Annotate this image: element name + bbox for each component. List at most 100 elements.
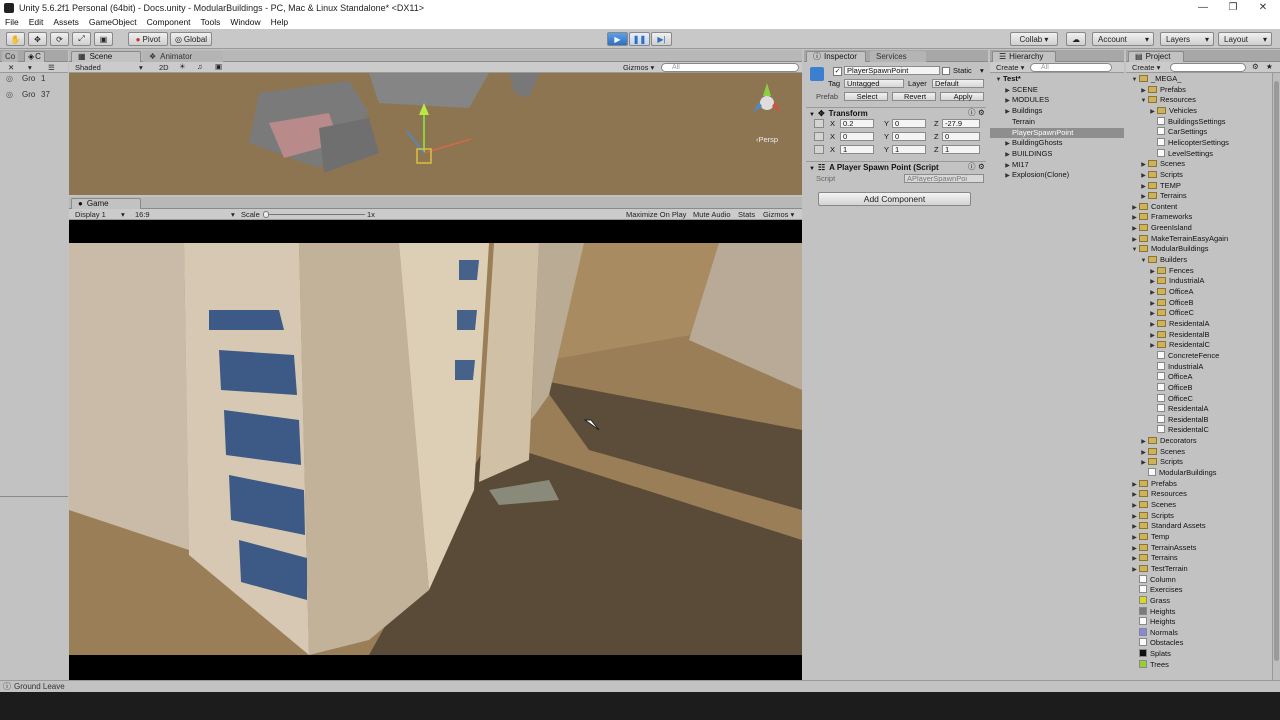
- scene-gizmos-dropdown[interactable]: Gizmos ▾: [623, 63, 654, 72]
- layer-dropdown[interactable]: Default: [932, 79, 984, 88]
- project-item[interactable]: Heights: [1126, 617, 1272, 628]
- project-item[interactable]: Grass: [1126, 595, 1272, 607]
- hierarchy-item[interactable]: Terrain: [990, 117, 1124, 128]
- tag-dropdown[interactable]: Untagged: [844, 79, 904, 88]
- cloud-icon[interactable]: ☁: [1066, 32, 1086, 46]
- log-row-name[interactable]: Gro: [22, 90, 35, 99]
- persp-label[interactable]: ‹Persp: [756, 135, 778, 144]
- project-item[interactable]: ▶ Prefabs: [1126, 479, 1272, 490]
- position-icon[interactable]: [814, 119, 824, 128]
- menu-component[interactable]: Component: [142, 17, 196, 27]
- project-item[interactable]: ▶ Resources: [1126, 489, 1272, 500]
- project-item[interactable]: Splats: [1126, 649, 1272, 660]
- hierarchy-item[interactable]: ▶ BuildingGhosts: [990, 138, 1124, 149]
- tab-component[interactable]: ◈ C: [24, 51, 45, 62]
- project-create-dropdown[interactable]: Create ▾: [1132, 63, 1160, 72]
- project-item[interactable]: Exercises: [1126, 585, 1272, 596]
- star-icon[interactable]: ★: [1266, 62, 1273, 71]
- layers-dropdown[interactable]: Layers ▾: [1160, 32, 1214, 46]
- script-object-field[interactable]: APlayerSpawnPoi: [904, 174, 984, 183]
- static-checkbox[interactable]: [942, 67, 950, 75]
- add-component-button[interactable]: Add Component: [818, 192, 971, 206]
- aspect-dropdown[interactable]: 16:9: [135, 210, 150, 219]
- menu-assets[interactable]: Assets: [48, 17, 84, 27]
- layout-dropdown[interactable]: Layout ▾: [1218, 32, 1272, 46]
- tab-scene[interactable]: ▦ Scene: [71, 51, 141, 62]
- project-item[interactable]: ▶ Terrains: [1126, 191, 1272, 202]
- menu-help[interactable]: Help: [266, 17, 293, 27]
- project-item[interactable]: Column: [1126, 574, 1272, 586]
- scale-slider-track[interactable]: [265, 214, 365, 215]
- rotation-y-field[interactable]: 0: [892, 132, 926, 141]
- gear-icon[interactable]: ⚙: [978, 108, 985, 117]
- hierarchy-search-input[interactable]: All: [1030, 63, 1112, 72]
- hierarchy-item[interactable]: ▶ Explosion(Clone): [990, 170, 1124, 181]
- project-item[interactable]: ▶ OfficeA: [1126, 287, 1272, 298]
- project-item[interactable]: IndustrialA: [1126, 361, 1272, 373]
- project-item[interactable]: ▶ Prefabs: [1126, 85, 1272, 96]
- rect-tool-icon[interactable]: ▣: [94, 32, 113, 46]
- project-item[interactable]: ▶ Content: [1126, 202, 1272, 213]
- project-search-input[interactable]: [1170, 63, 1246, 72]
- project-item[interactable]: LevelSettings: [1126, 148, 1272, 160]
- account-dropdown[interactable]: Account ▾: [1092, 32, 1154, 46]
- project-item[interactable]: OfficeC: [1126, 393, 1272, 405]
- project-item[interactable]: Normals: [1126, 627, 1272, 639]
- hand-tool-icon[interactable]: ✋: [6, 32, 25, 46]
- scale-icon[interactable]: [814, 145, 824, 154]
- restore-icon[interactable]: ❐: [1218, 0, 1248, 15]
- global-toggle[interactable]: ◎ Global: [170, 32, 212, 46]
- scene-viewport[interactable]: ‹Persp: [69, 73, 802, 195]
- collapse-icon[interactable]: ▾: [28, 63, 32, 72]
- project-item[interactable]: ▶ ResidentalA: [1126, 319, 1272, 330]
- scale-x-field[interactable]: 1: [840, 145, 874, 154]
- project-item[interactable]: ▶ Decorators: [1126, 436, 1272, 447]
- hierarchy-item[interactable]: ▶ SCENE: [990, 85, 1124, 96]
- active-checkbox[interactable]: ✓: [833, 67, 842, 76]
- scale-tool-icon[interactable]: ⤢: [72, 32, 91, 46]
- hierarchy-item[interactable]: ▼ Test*: [990, 74, 1124, 85]
- tab-animator[interactable]: ❖ Animator: [143, 51, 223, 62]
- project-item[interactable]: ▶ Scenes: [1126, 447, 1272, 458]
- tab-inspector[interactable]: ⓘ Inspector: [806, 51, 866, 62]
- help-icon[interactable]: ⓘ: [968, 162, 976, 171]
- minimize-icon[interactable]: —: [1188, 0, 1218, 15]
- project-item[interactable]: ▶ Fences: [1126, 266, 1272, 277]
- close-icon[interactable]: ✕: [1248, 0, 1278, 15]
- log-row-name[interactable]: Gro: [22, 74, 35, 83]
- menu-window[interactable]: Window: [225, 17, 265, 27]
- project-item[interactable]: ▶ Vehicles: [1126, 106, 1272, 117]
- clear-icon[interactable]: ✕: [8, 63, 14, 72]
- rotate-tool-icon[interactable]: ⟳: [50, 32, 69, 46]
- collab-button[interactable]: Collab ▾: [1010, 32, 1058, 46]
- project-item[interactable]: ▶ Scripts: [1126, 170, 1272, 181]
- project-item[interactable]: ▶ Scenes: [1126, 159, 1272, 170]
- menu-edit[interactable]: Edit: [24, 17, 49, 27]
- 2d-toggle[interactable]: 2D: [159, 63, 169, 72]
- project-item[interactable]: ConcreteFence: [1126, 350, 1272, 362]
- pause-button[interactable]: ❚❚: [629, 32, 650, 46]
- maximize-on-play-toggle[interactable]: Maximize On Play: [626, 210, 686, 219]
- project-item[interactable]: Heights: [1126, 606, 1272, 618]
- project-item[interactable]: HelicopterSettings: [1126, 137, 1272, 149]
- menu-tools[interactable]: Tools: [196, 17, 226, 27]
- project-item[interactable]: ▼ Builders: [1126, 255, 1272, 266]
- tab-hierarchy[interactable]: ☰ Hierarchy: [992, 51, 1056, 62]
- project-item[interactable]: ▶ Standard Assets: [1126, 521, 1272, 532]
- game-viewport[interactable]: [69, 220, 802, 680]
- project-item[interactable]: OfficeB: [1126, 382, 1272, 394]
- position-y-field[interactable]: 0: [892, 119, 926, 128]
- tab-services[interactable]: Services: [870, 51, 926, 62]
- prefab-revert-button[interactable]: Revert: [892, 92, 936, 101]
- project-item[interactable]: ▶ OfficeB: [1126, 298, 1272, 309]
- project-item[interactable]: ▼ ModularBuildings: [1126, 244, 1272, 255]
- position-z-field[interactable]: -27.9: [942, 119, 980, 128]
- project-scrollbar[interactable]: [1272, 73, 1280, 680]
- filter-icon[interactable]: ☰: [48, 63, 55, 72]
- tab-console[interactable]: Co: [2, 51, 19, 62]
- project-scrollbar-thumb[interactable]: [1274, 81, 1279, 661]
- project-item[interactable]: ▶ ResidentalB: [1126, 330, 1272, 341]
- move-tool-icon[interactable]: ✥: [28, 32, 47, 46]
- menu-gameobject[interactable]: GameObject: [84, 17, 142, 27]
- collapse-arrow-icon[interactable]: ▶: [1003, 171, 1012, 182]
